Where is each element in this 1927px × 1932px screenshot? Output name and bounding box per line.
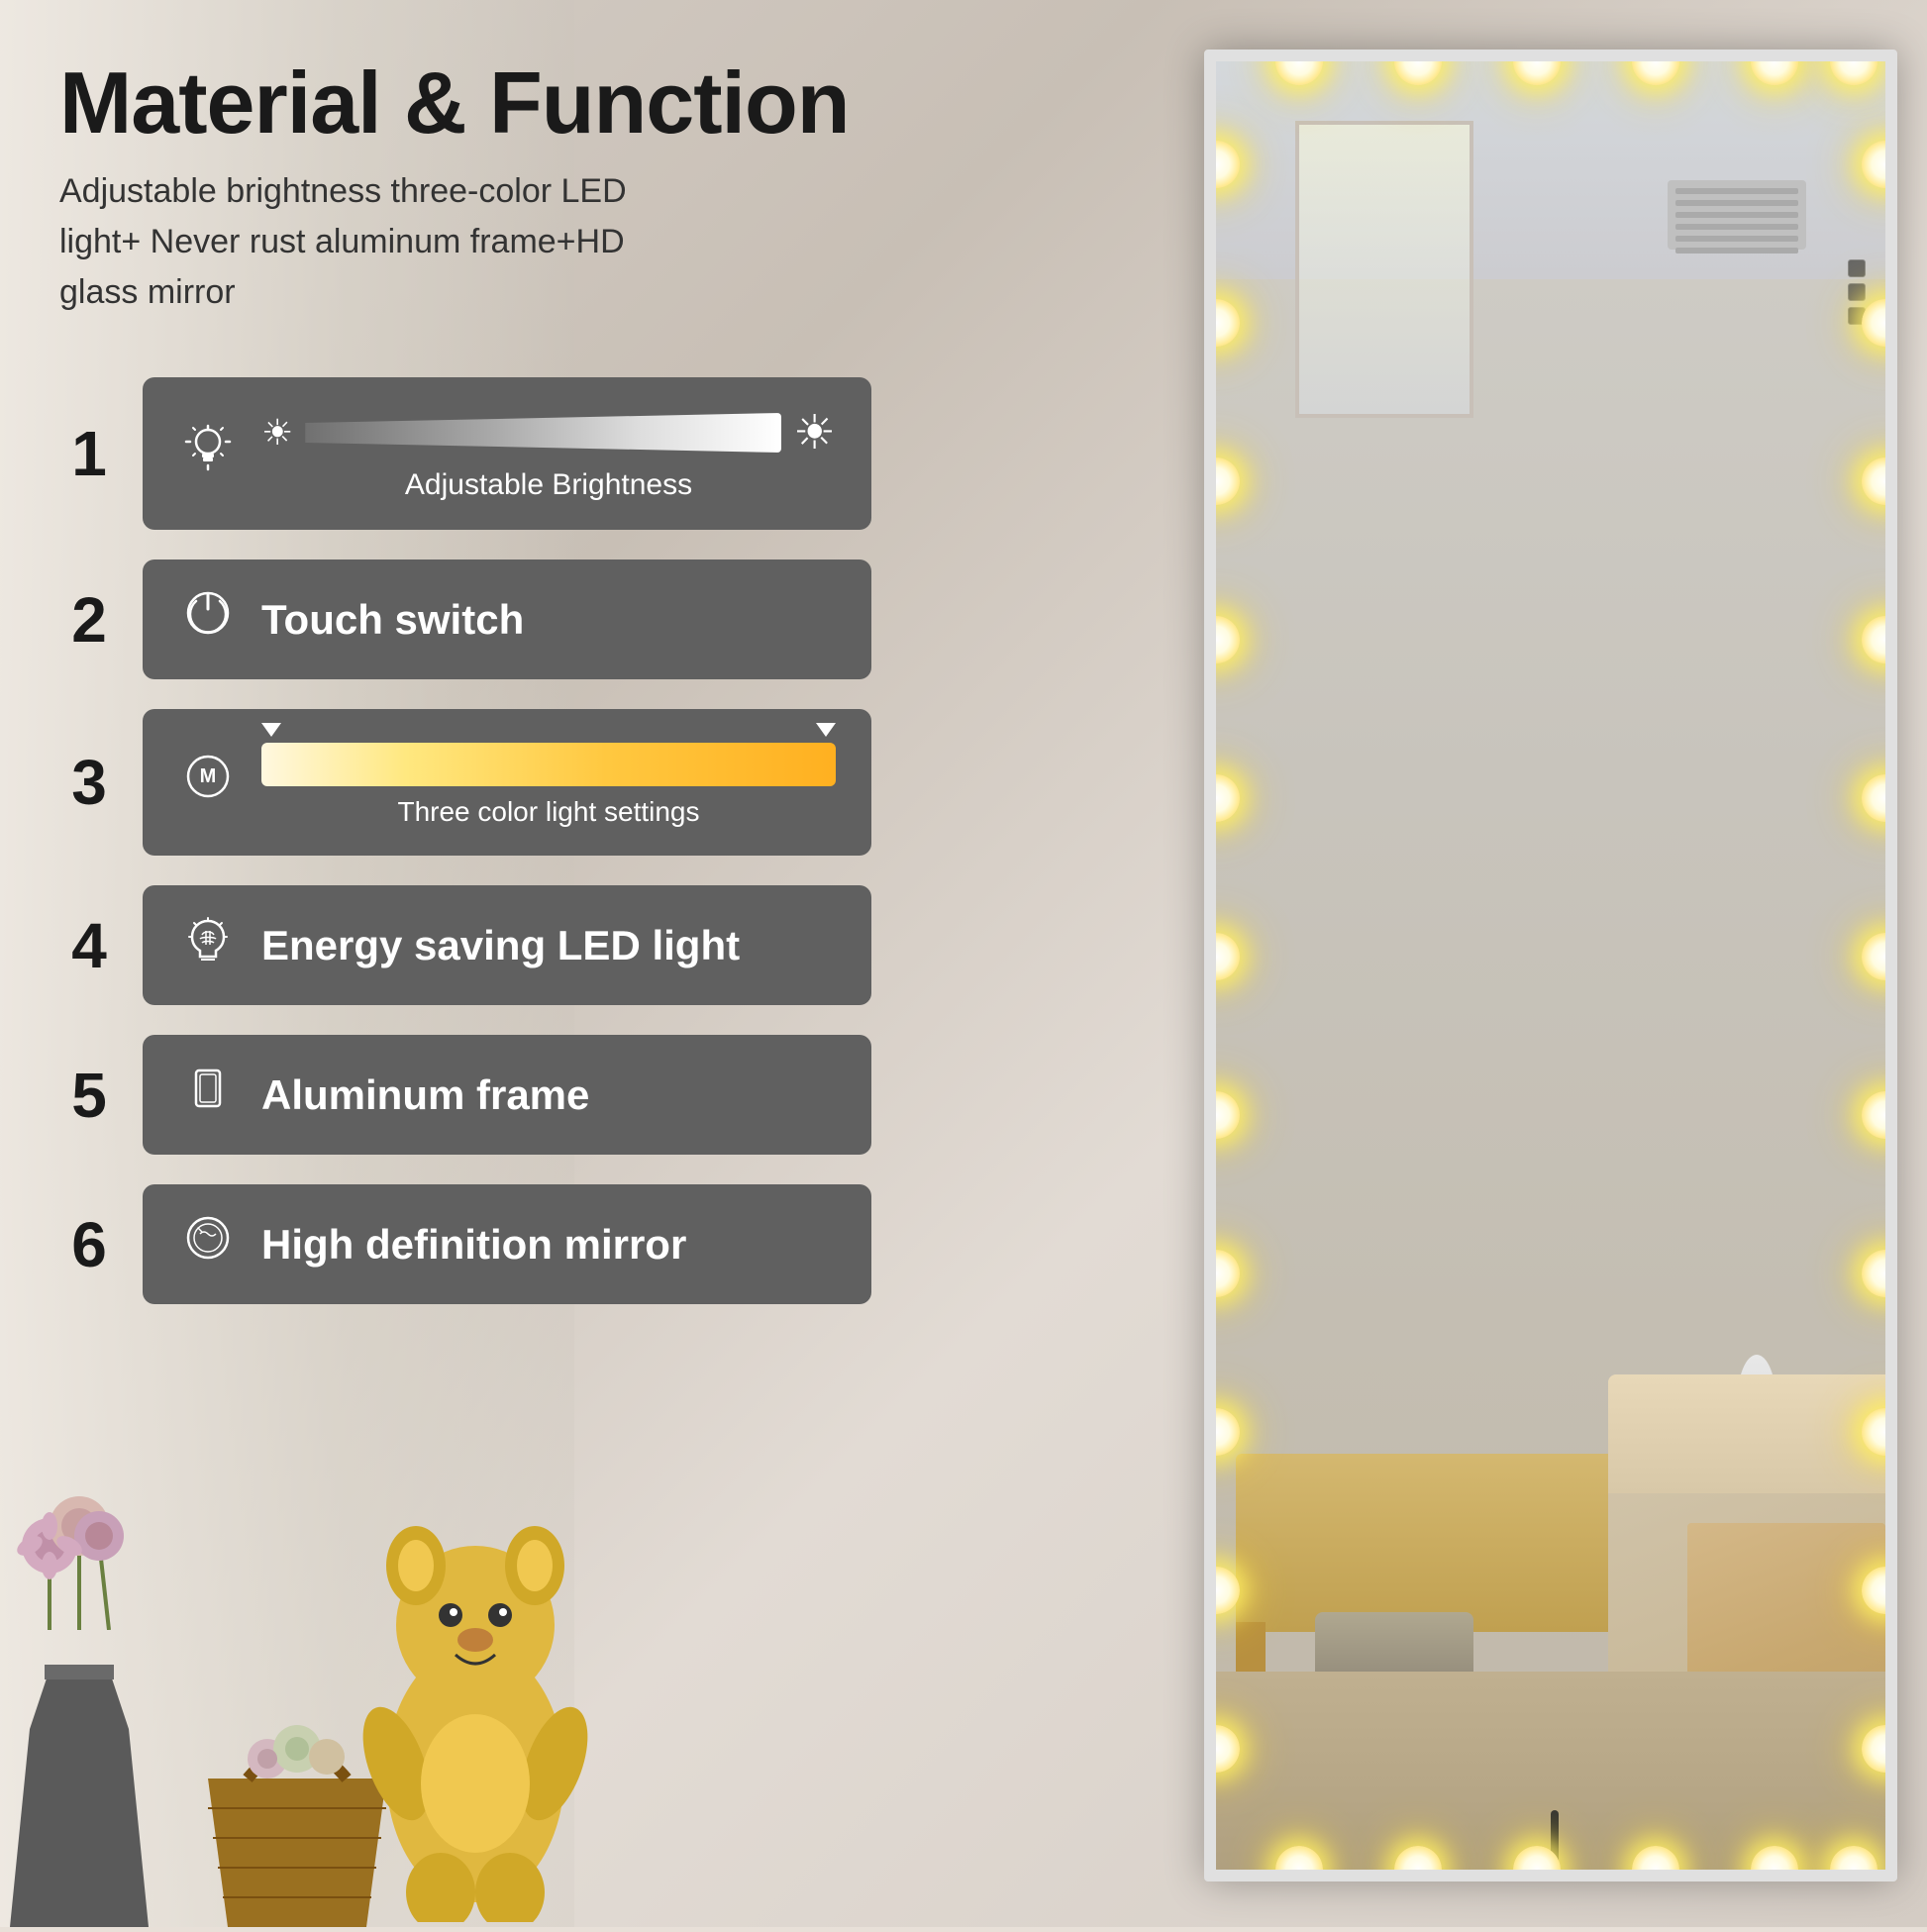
mirror-reflection xyxy=(1216,61,1885,1870)
feature-card-1: ☀ ☀ Adjustable Brightness xyxy=(143,377,871,530)
feature-item-2: 2 Touch switch xyxy=(59,559,871,679)
brightness-bar-row: ☀ ☀ xyxy=(261,405,836,460)
brightness-label: Adjustable Brightness xyxy=(405,468,692,502)
feature-list: 1 xyxy=(59,377,871,1304)
feature-card-3: M Three color light settings xyxy=(143,709,871,856)
feature-text-2: Touch switch xyxy=(261,596,836,644)
bulb-icon xyxy=(178,913,238,977)
power-icon xyxy=(178,587,238,652)
color-bar-container: Three color light settings xyxy=(261,737,836,828)
feature-number-6: 6 xyxy=(59,1208,119,1281)
feature-number-4: 4 xyxy=(59,909,119,982)
color-marker-left xyxy=(261,723,281,737)
sun-dim-icon: ☀ xyxy=(261,412,293,454)
feature-card-2: Touch switch xyxy=(143,559,871,679)
mirror-icon xyxy=(178,1212,238,1276)
feature-number-1: 1 xyxy=(59,417,119,490)
feature-item-4: 4 xyxy=(59,885,871,1005)
feature-item-1: 1 xyxy=(59,377,871,530)
ctrl-btn-1 xyxy=(1848,259,1866,277)
feature-number-5: 5 xyxy=(59,1059,119,1132)
feature-card-6: High definition mirror xyxy=(143,1184,871,1304)
feature-text-6: High definition mirror xyxy=(261,1221,836,1269)
brightness-track xyxy=(305,413,781,453)
page-title: Material & Function xyxy=(59,59,871,147)
feature-item-6: 6 High definition mirror xyxy=(59,1184,871,1304)
feature-number-2: 2 xyxy=(59,583,119,657)
color-marker-right xyxy=(816,723,836,737)
feature-text-5: Aluminum frame xyxy=(261,1071,836,1119)
brightness-icon xyxy=(178,422,238,486)
frame-icon xyxy=(178,1063,238,1127)
feature-number-3: 3 xyxy=(59,746,119,819)
feature-item-5: 5 Aluminum frame xyxy=(59,1035,871,1155)
page-subtitle: Adjustable brightness three-color LED li… xyxy=(59,166,634,318)
color-temperature-bar xyxy=(261,743,836,786)
mirror-window xyxy=(1295,121,1473,418)
stuffed-animal xyxy=(356,1526,594,1927)
feature-item-3: 3 M Three color light settings xyxy=(59,709,871,856)
feature-text-4: Energy saving LED light xyxy=(261,922,836,969)
feature-card-4: Energy saving LED light xyxy=(143,885,871,1005)
brightness-content: ☀ ☀ Adjustable Brightness xyxy=(261,405,836,502)
color-text: Three color light settings xyxy=(261,796,836,828)
sun-bright-icon: ☀ xyxy=(793,405,836,460)
mirror-vent xyxy=(1668,180,1806,250)
mode-icon: M xyxy=(178,751,238,815)
feature-card-5: Aluminum frame xyxy=(143,1035,871,1155)
svg-text:M: M xyxy=(200,765,217,787)
mirror-pillow xyxy=(1608,1374,1885,1493)
ctrl-btn-2 xyxy=(1848,283,1866,301)
mirror-product xyxy=(1204,50,1897,1881)
